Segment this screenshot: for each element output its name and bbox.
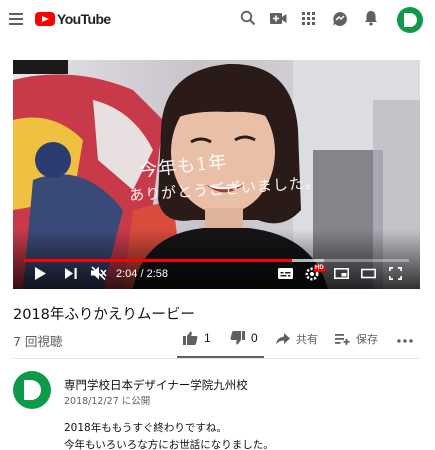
youtube-logo[interactable]: YouTube	[35, 11, 111, 27]
hd-badge: HD	[314, 265, 325, 272]
create-video-icon[interactable]	[270, 12, 287, 25]
more-actions-icon[interactable]	[397, 339, 413, 343]
theater-mode-icon[interactable]	[361, 268, 376, 279]
description-line: 今年もいろいろな方にお世話になりました。	[64, 439, 274, 450]
mute-icon[interactable]	[91, 266, 107, 280]
time-display: 2:04 / 2:58	[116, 268, 168, 280]
thumbs-down-icon	[230, 331, 245, 345]
divider	[13, 358, 420, 359]
miniplayer-icon[interactable]	[334, 268, 349, 279]
like-count: 1	[204, 331, 211, 345]
publish-date: 2018/12/27 に公開	[64, 396, 151, 407]
dislike-count: 0	[251, 331, 258, 345]
logo-text: YouTube	[57, 11, 111, 27]
top-bar: YouTube	[0, 0, 435, 40]
subtitles-icon[interactable]	[278, 268, 293, 279]
video-title: 2018年ふりかえりムービー	[13, 307, 195, 323]
save-label: 保存	[356, 333, 378, 346]
view-count: 7 回視聴	[13, 334, 63, 349]
dislike-button[interactable]: 0	[230, 331, 258, 345]
messages-icon[interactable]	[332, 11, 348, 27]
channel-name[interactable]: 専門学校日本デザイナー学院九州校	[64, 377, 248, 393]
notifications-bell-icon[interactable]	[364, 10, 378, 26]
fullscreen-icon[interactable]	[389, 267, 402, 280]
thumbs-up-icon	[183, 331, 198, 345]
play-icon[interactable]	[34, 267, 46, 280]
menu-icon[interactable]	[9, 13, 23, 25]
next-icon[interactable]	[65, 268, 77, 279]
like-button[interactable]: 1	[183, 331, 211, 345]
channel-logo-icon	[404, 13, 417, 27]
channel-logo-icon	[24, 380, 41, 400]
progress-bar[interactable]	[24, 259, 409, 262]
add-to-playlist-icon	[335, 334, 350, 345]
description-line: 2018年ももうすぐ終わりですね。	[64, 422, 227, 434]
youtube-play-logo-icon	[35, 12, 55, 26]
search-icon[interactable]	[240, 10, 256, 26]
progress-played	[24, 259, 293, 262]
channel-avatar[interactable]	[13, 371, 51, 409]
share-button[interactable]: 共有	[276, 331, 318, 347]
share-arrow-icon	[276, 333, 290, 345]
share-label: 共有	[296, 333, 318, 346]
account-avatar[interactable]	[397, 7, 423, 33]
save-button[interactable]: 保存	[335, 331, 378, 347]
apps-grid-icon[interactable]	[302, 12, 315, 25]
video-player[interactable]: 今年も1年 ありがとうございました。 2:04 / 2:58 HD	[13, 60, 420, 289]
